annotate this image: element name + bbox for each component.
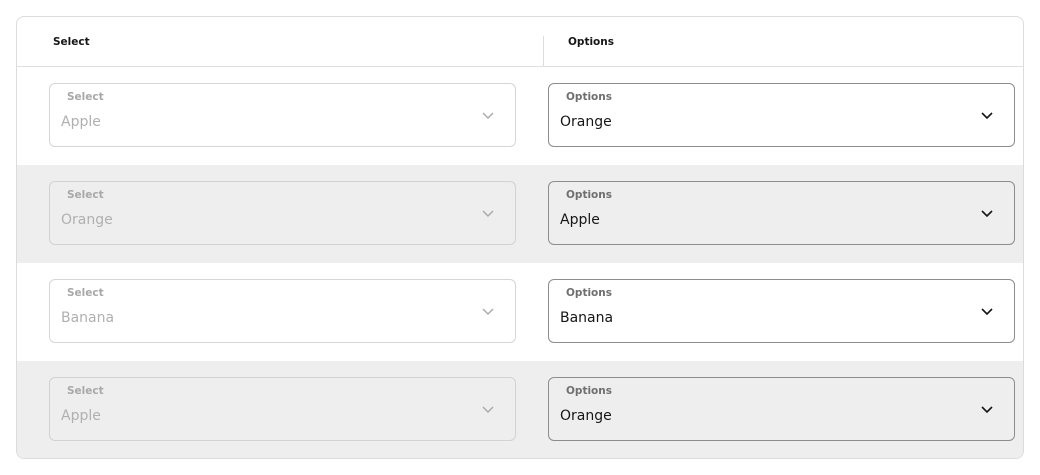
select-dropdown-disabled: Select Apple — [49, 83, 516, 147]
select-value: Apple — [61, 114, 101, 130]
chevron-down-icon — [482, 210, 494, 217]
select-dropdown-disabled: Select Banana — [49, 279, 516, 343]
select-dropdown-disabled: Select Apple — [49, 377, 516, 441]
column-divider — [543, 36, 544, 66]
select-label: Select — [67, 189, 104, 201]
table-row: Select Banana Options Banana — [17, 263, 1023, 361]
chevron-down-icon — [482, 112, 494, 119]
options-value: Orange — [560, 114, 612, 130]
table-row: Select Apple Options Orange — [17, 67, 1023, 165]
options-dropdown[interactable]: Options Banana — [548, 279, 1015, 343]
select-value: Orange — [61, 212, 113, 228]
table-row: Select Orange Options Apple — [17, 165, 1023, 263]
chevron-down-icon[interactable] — [980, 304, 994, 318]
chevron-down-icon — [482, 308, 494, 315]
select-dropdown-disabled: Select Orange — [49, 181, 516, 245]
table-row: Select Apple Options Orange — [17, 361, 1023, 458]
options-label: Options — [566, 189, 612, 201]
options-dropdown[interactable]: Options Apple — [548, 181, 1015, 245]
options-label: Options — [566, 385, 612, 397]
select-value: Apple — [61, 408, 101, 424]
chevron-down-icon[interactable] — [980, 206, 994, 220]
chevron-down-icon[interactable] — [980, 108, 994, 122]
select-label: Select — [67, 385, 104, 397]
options-value: Banana — [560, 310, 614, 326]
options-dropdown[interactable]: Options Orange — [548, 83, 1015, 147]
chevron-down-icon[interactable] — [980, 402, 994, 416]
options-dropdown[interactable]: Options Orange — [548, 377, 1015, 441]
table-header-row: Select Options — [17, 17, 1023, 67]
chevron-down-icon — [482, 406, 494, 413]
data-table: Select Options Select Apple Options Oran… — [16, 16, 1024, 459]
options-label: Options — [566, 91, 612, 103]
select-label: Select — [67, 91, 104, 103]
options-label: Options — [566, 287, 612, 299]
options-value: Orange — [560, 408, 612, 424]
select-value: Banana — [61, 310, 115, 326]
options-value: Apple — [560, 212, 600, 228]
column-header-options: Options — [568, 35, 614, 48]
select-label: Select — [67, 287, 104, 299]
column-header-select: Select — [53, 35, 90, 48]
